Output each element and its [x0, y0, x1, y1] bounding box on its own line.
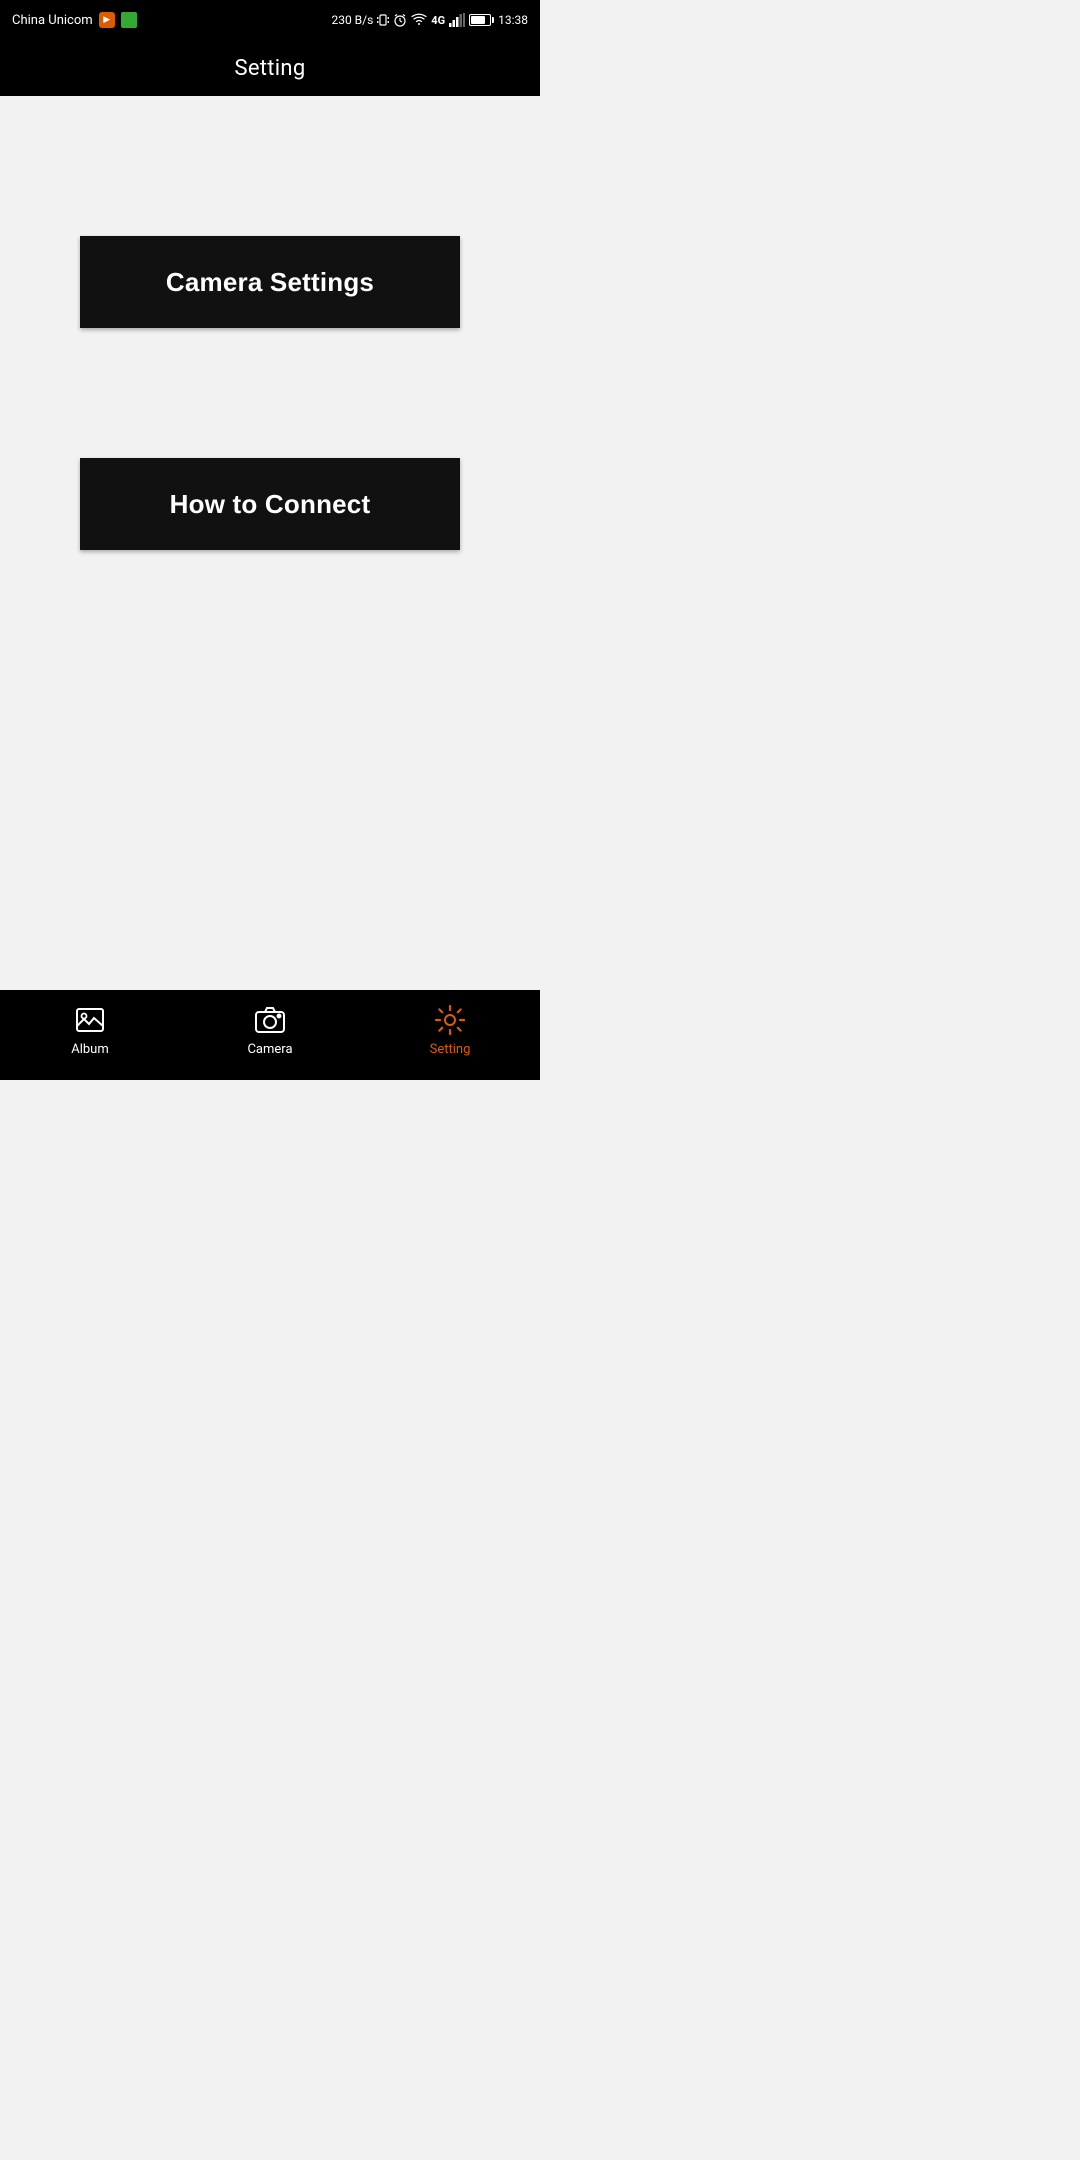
nav-item-setting[interactable]: Setting [360, 1004, 540, 1057]
setting-icon [434, 1004, 466, 1036]
alarm-icon [393, 13, 407, 27]
nav-item-camera[interactable]: Camera [180, 1004, 360, 1057]
app-bar: Setting [0, 40, 540, 96]
nav-item-album[interactable]: Album [0, 1004, 180, 1057]
vibrate-icon [377, 13, 389, 27]
time: 13:38 [498, 13, 528, 27]
network-speed: 230 B/s [331, 13, 373, 27]
how-to-connect-button[interactable]: How to Connect [80, 458, 460, 550]
camera-label: Camera [247, 1042, 292, 1057]
status-right: 230 B/s 4G [331, 13, 528, 27]
camera-settings-button[interactable]: Camera Settings [80, 236, 460, 328]
album-label: Album [71, 1042, 109, 1057]
signal-icon [449, 13, 465, 27]
battery-icon [469, 14, 494, 26]
wifi-icon [411, 13, 427, 27]
setting-label: Setting [430, 1042, 471, 1057]
carrier-name: China Unicom [12, 13, 93, 28]
app-bar-title: Setting [234, 56, 305, 81]
album-icon [74, 1004, 106, 1036]
status-left: China Unicom ▶ [12, 12, 137, 28]
main-content: Camera Settings How to Connect [0, 96, 540, 990]
camera-icon [254, 1004, 286, 1036]
carrier-green-icon [121, 12, 137, 28]
bottom-nav: Album Camera Setting [0, 990, 540, 1080]
status-bar: China Unicom ▶ 230 B/s 4G [0, 0, 540, 40]
network-type: 4G [431, 14, 445, 27]
carrier-play-icon: ▶ [99, 12, 115, 28]
